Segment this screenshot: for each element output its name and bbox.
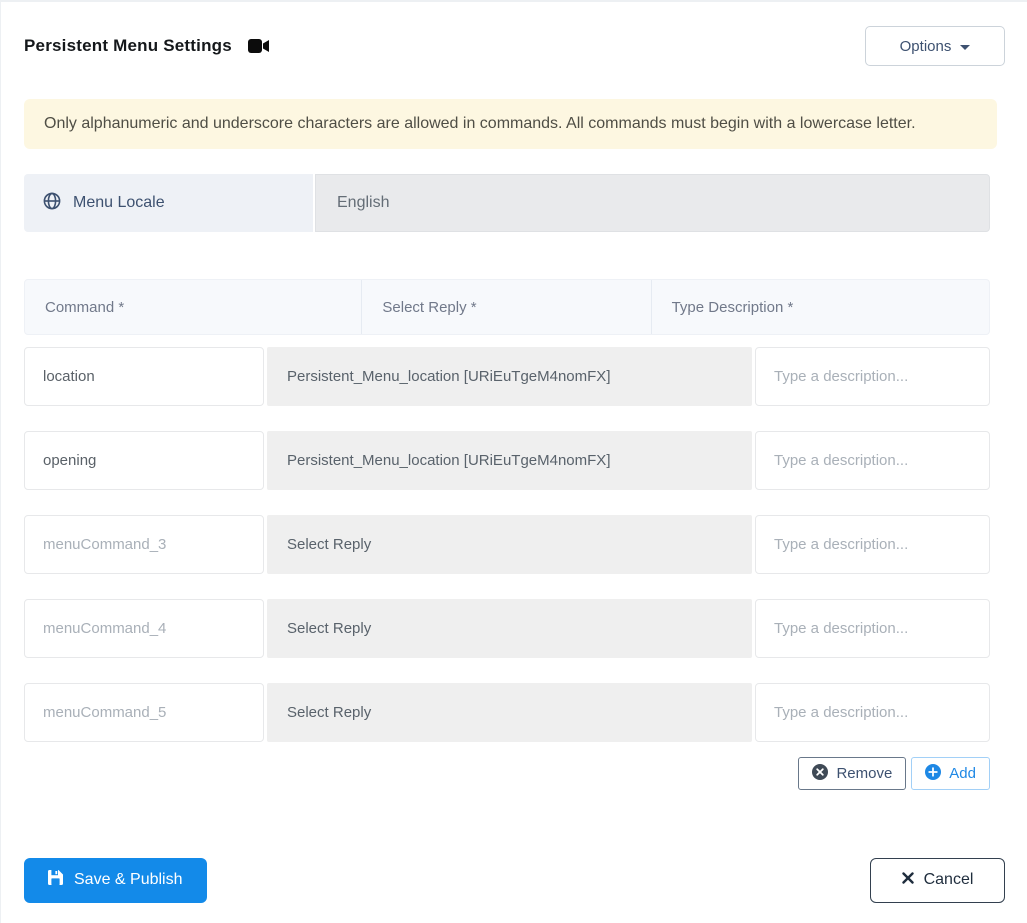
menu-locale-value[interactable]: English (315, 174, 990, 232)
menu-locale-row: Menu Locale English (24, 174, 990, 232)
remove-button-label: Remove (836, 765, 893, 782)
command-input-1[interactable] (24, 347, 264, 406)
add-button-label: Add (949, 765, 976, 782)
page-title: Persistent Menu Settings (24, 36, 232, 55)
description-input-3[interactable] (755, 515, 990, 574)
reply-select-1-value: Persistent_Menu_location [URiEuTgeM4nomF… (287, 368, 611, 385)
reply-select-4[interactable]: Select Reply (267, 599, 752, 658)
description-input-5[interactable] (755, 683, 990, 742)
row-actions: Remove Add (24, 757, 990, 790)
reply-select-3-value: Select Reply (287, 536, 372, 553)
command-input-2[interactable] (24, 431, 264, 490)
reply-select-5[interactable]: Select Reply (267, 683, 752, 742)
reply-select-2[interactable]: Persistent_Menu_location [URiEuTgeM4nomF… (267, 431, 752, 490)
column-header-command: Command * (25, 280, 363, 334)
save-publish-label: Save & Publish (74, 871, 183, 888)
command-row-5: Select Reply (24, 683, 990, 742)
menu-locale-label-cell: Menu Locale (24, 174, 313, 232)
description-input-2[interactable] (755, 431, 990, 490)
command-row-3: Select Reply (24, 515, 990, 574)
chevron-down-icon (960, 44, 971, 50)
add-circle-icon (925, 763, 942, 784)
footer-actions: Save & Publish Cancel (24, 857, 1005, 903)
command-row-1: Persistent_Menu_location [URiEuTgeM4nomF… (24, 347, 990, 406)
description-input-1[interactable] (755, 347, 990, 406)
warning-banner: Only alphanumeric and underscore charact… (24, 99, 997, 149)
warning-banner-text: Only alphanumeric and underscore charact… (44, 115, 916, 132)
command-input-3[interactable] (24, 515, 264, 574)
reply-select-4-value: Select Reply (287, 620, 372, 637)
reply-select-3[interactable]: Select Reply (267, 515, 752, 574)
menu-locale-label: Menu Locale (73, 194, 165, 211)
remove-row-button[interactable]: Remove (798, 757, 907, 790)
column-header-type-description: Type Description * (671, 298, 794, 316)
globe-icon (43, 192, 61, 215)
save-publish-button[interactable]: Save & Publish (24, 857, 207, 903)
options-button-label: Options (899, 37, 952, 55)
save-floppy-icon (48, 870, 63, 890)
options-button[interactable]: Options (865, 26, 1005, 66)
header: Persistent Menu Settings Options (24, 26, 1005, 66)
command-input-4[interactable] (24, 599, 264, 658)
add-row-button[interactable]: Add (911, 757, 990, 790)
close-x-icon (901, 871, 914, 889)
description-input-4[interactable] (755, 599, 990, 658)
command-row-4: Select Reply (24, 599, 990, 658)
reply-select-5-value: Select Reply (287, 704, 372, 721)
table-header: Command * Select Reply * Type Descriptio… (24, 279, 990, 335)
reply-select-1[interactable]: Persistent_Menu_location [URiEuTgeM4nomF… (267, 347, 752, 406)
command-row-2: Persistent_Menu_location [URiEuTgeM4nomF… (24, 431, 990, 490)
reply-select-2-value: Persistent_Menu_location [URiEuTgeM4nomF… (287, 452, 611, 469)
title-wrap: Persistent Menu Settings (24, 36, 271, 56)
persistent-menu-settings-card: Persistent Menu Settings Options Only al… (0, 0, 1027, 923)
video-camera-icon (247, 38, 271, 54)
remove-circle-icon (812, 763, 829, 784)
column-header-select-reply: Select Reply * (362, 280, 652, 334)
cancel-button-label: Cancel (923, 871, 974, 888)
command-input-5[interactable] (24, 683, 264, 742)
cancel-button[interactable]: Cancel (870, 857, 1005, 903)
